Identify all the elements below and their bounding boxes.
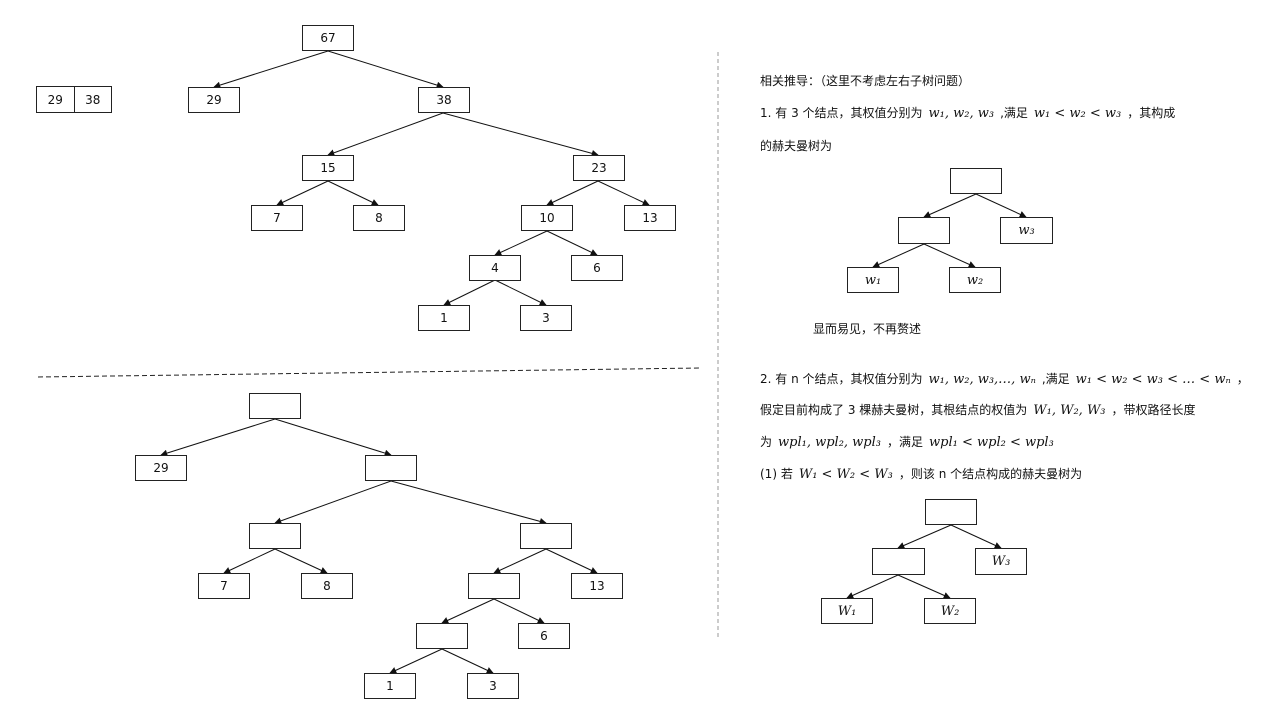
- tree1-w2: w₂: [949, 267, 1001, 293]
- bottom-node-15: [249, 523, 301, 549]
- tree2-root: [925, 499, 977, 525]
- item2-l3-text-a: 为: [760, 435, 773, 449]
- top-node-3: 3: [520, 305, 572, 331]
- bottom-node-root: [249, 393, 301, 419]
- item2-text-a: 2. 有 n 个结点，其权值分别为: [760, 372, 923, 386]
- item2-l4-text-a: (1) 若: [760, 467, 793, 481]
- item2-line2: 假定目前构成了 3 棵赫夫曼树，其根结点的权值为 W₁, W₂, W₃ ，带权路径长…: [760, 401, 1196, 418]
- bottom-node-6: 6: [518, 623, 570, 649]
- pair-cell-38: 38: [85, 92, 101, 107]
- item2-line4: (1) 若 W₁ < W₂ < W₃ ，则该 n 个结点构成的赫夫曼树为: [760, 465, 1082, 482]
- horizontal-divider: [37, 367, 701, 378]
- item1-text-b: ,满足: [1000, 106, 1028, 120]
- item2-l3-math-wpl: wpl₁, wpl₂, wpl₃: [778, 435, 881, 450]
- top-node-7: 7: [251, 205, 303, 231]
- top-node-15: 15: [302, 155, 354, 181]
- item2-l4-text-b: ，则该 n 个结点构成的赫夫曼树为: [898, 467, 1083, 481]
- item2-line3: 为 wpl₁, wpl₂, wpl₃ ，满足 wpl₁ < wpl₂ < wpl₃: [760, 433, 1060, 450]
- bottom-node-1: 1: [364, 673, 416, 699]
- top-node-23: 23: [573, 155, 625, 181]
- item2-line1: 2. 有 n 个结点，其权值分别为 w₁, w₂, w₃,…, wₙ ,满足 w₁ <…: [760, 370, 1249, 387]
- tree1-w3: w₃: [1000, 217, 1053, 244]
- item2-l2-text-a: 假定目前构成了 3 棵赫夫曼树，其根结点的权值为: [760, 403, 1028, 417]
- item1-line2: 的赫夫曼树为: [760, 139, 833, 153]
- item2-l2-text-b: ，带权路径长度: [1111, 403, 1196, 417]
- item1-text-c: ，其构成: [1127, 106, 1176, 120]
- item2-l3-text-b: ，满足: [887, 435, 924, 449]
- bottom-node-4: [416, 623, 468, 649]
- obvious-note: 显而易见，不再赘述: [813, 322, 922, 336]
- bottom-node-13: 13: [571, 573, 623, 599]
- bottom-node-38: [365, 455, 417, 481]
- tree2-W3: W₃: [975, 548, 1027, 575]
- item2-l4-math: W₁ < W₂ < W₃: [798, 467, 893, 482]
- bottom-node-8: 8: [301, 573, 353, 599]
- top-node-29: 29: [188, 87, 240, 113]
- top-node-8: 8: [353, 205, 405, 231]
- item2-math-order: w₁ < w₂ < w₃ < … < wₙ: [1075, 372, 1231, 387]
- tree2-inner: [872, 548, 925, 575]
- tree1-inner: [898, 217, 950, 244]
- pair-cell-29: 29: [37, 87, 75, 112]
- item2-text-b: ,满足: [1041, 372, 1070, 386]
- item1-math-order: w₁ < w₂ < w₃: [1033, 106, 1122, 121]
- tree1-w1: w₁: [847, 267, 899, 293]
- pair-29-38: 29 38: [36, 86, 112, 113]
- bottom-node-23: [520, 523, 572, 549]
- top-node-6: 6: [571, 255, 623, 281]
- tree2-W1: W₁: [821, 598, 873, 624]
- item2-math-weights: w₁, w₂, w₃,…, wₙ: [928, 372, 1036, 387]
- item1-line1: 1. 有 3 个结点，其权值分别为 w₁, w₂, w₃ ,满足 w₁ < w₂ < …: [760, 104, 1175, 121]
- item2-text-c: ，: [1236, 372, 1249, 386]
- top-node-4: 4: [469, 255, 521, 281]
- bottom-node-7: 7: [198, 573, 250, 599]
- top-node-38: 38: [418, 87, 470, 113]
- top-node-10: 10: [521, 205, 573, 231]
- top-node-13: 13: [624, 205, 676, 231]
- bottom-node-3: 3: [467, 673, 519, 699]
- item2-l3-math-order: wpl₁ < wpl₂ < wpl₃: [929, 435, 1054, 450]
- bottom-node-29: 29: [135, 455, 187, 481]
- item2-l2-math: W₁, W₂, W₃: [1033, 403, 1106, 418]
- top-node-1: 1: [418, 305, 470, 331]
- tree1-root: [950, 168, 1002, 194]
- item1-text-a: 1. 有 3 个结点，其权值分别为: [760, 106, 923, 120]
- item1-math-weights: w₁, w₂, w₃: [928, 106, 995, 121]
- derivation-heading: 相关推导：（这里不考虑左右子树问题）: [760, 74, 971, 88]
- tree2-W2: W₂: [924, 598, 976, 624]
- top-node-67: 67: [302, 25, 354, 51]
- bottom-node-10: [468, 573, 520, 599]
